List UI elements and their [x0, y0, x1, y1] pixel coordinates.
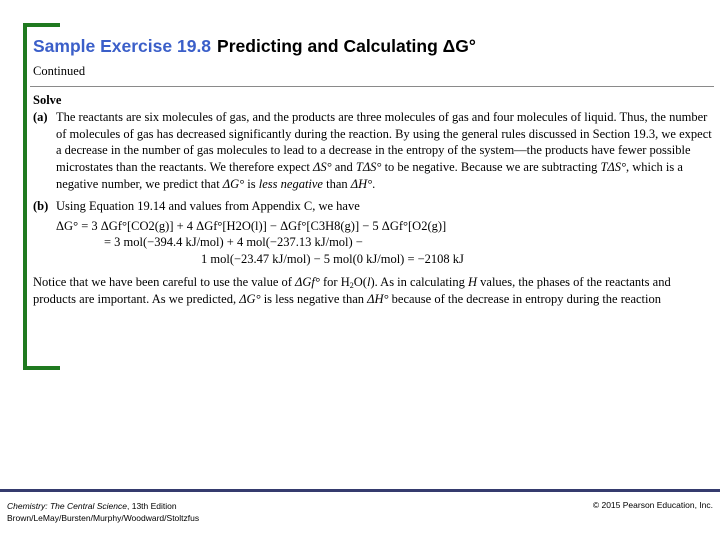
- continued-label: Continued: [33, 64, 86, 78]
- copyright: © 2015 Pearson Education, Inc.: [592, 500, 713, 510]
- footer-citation: Chemistry: The Central Science, 13th Edi…: [7, 500, 199, 524]
- divider: [30, 86, 714, 87]
- part-a-label: (a): [33, 109, 48, 124]
- footer-bar: [0, 489, 720, 492]
- page-title: Sample Exercise 19.8 Predicting and Calcu…: [33, 36, 476, 57]
- part-b-intro: Using Equation 19.14 and values from App…: [56, 198, 360, 213]
- green-bracket-top: [23, 23, 60, 27]
- exercise-title: Predicting and Calculating ΔG°: [217, 36, 476, 56]
- book-title: Chemistry: The Central Science: [7, 501, 127, 511]
- solve-heading: Solve: [33, 93, 62, 107]
- green-bracket-left: [23, 23, 27, 370]
- equation-block: ΔG° = 3 ΔGf°[CO2(g)] + 4 ΔGf°[H2O(l)] − …: [56, 218, 713, 268]
- equation-line-3: 1 mol(−23.47 kJ/mol) − 5 mol(0 kJ/mol) =…: [201, 252, 464, 267]
- book-edition: , 13th Edition: [127, 501, 177, 511]
- exercise-number: Sample Exercise 19.8: [33, 36, 212, 56]
- solution-body: Solve (a) The reactants are six molecule…: [33, 92, 713, 308]
- equation-line-2: = 3 mol(−394.4 kJ/mol) + 4 mol(−237.13 k…: [104, 235, 363, 250]
- green-bracket-bottom: [23, 366, 60, 370]
- part-b: (b) Using Equation 19.14 and values from…: [33, 198, 713, 268]
- part-b-label: (b): [33, 198, 49, 213]
- equation-line-1: ΔG° = 3 ΔGf°[CO2(g)] + 4 ΔGf°[H2O(l)] − …: [56, 218, 447, 233]
- notice-paragraph: Notice that we have been careful to use …: [33, 274, 671, 306]
- part-a: (a) The reactants are six molecules of g…: [33, 109, 713, 193]
- part-a-text: The reactants are six molecules of gas, …: [56, 109, 712, 191]
- book-authors: Brown/LeMay/Bursten/Murphy/Woodward/Stol…: [7, 513, 200, 523]
